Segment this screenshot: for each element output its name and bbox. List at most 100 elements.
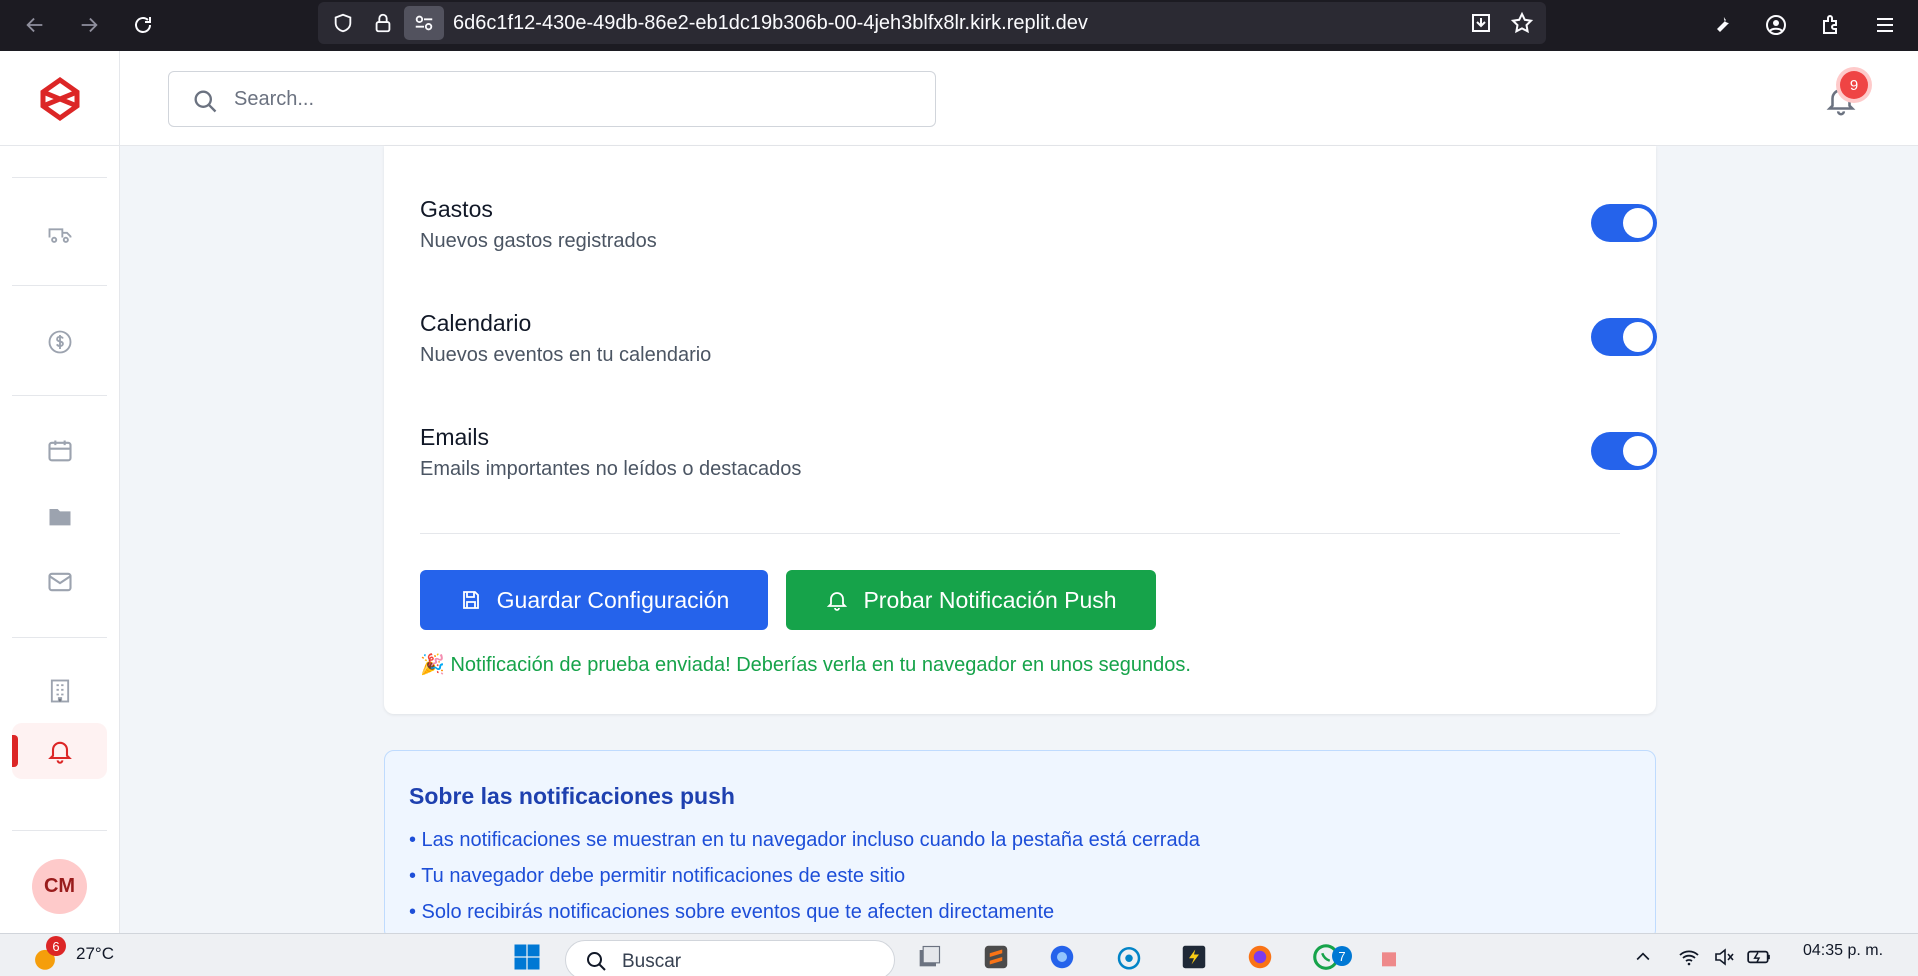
active-indicator <box>12 735 18 767</box>
temperature: 27°C <box>76 944 114 963</box>
setting-title: Emails <box>420 424 490 450</box>
bell-icon <box>827 592 848 611</box>
account-button[interactable] <box>1757 6 1795 44</box>
wrench-icon <box>1717 17 1729 32</box>
logo[interactable] <box>0 51 120 146</box>
bell-icon <box>47 741 72 764</box>
notification-count-badge: 9 <box>1840 71 1868 99</box>
taskbar-app-sublime[interactable] <box>977 938 1015 976</box>
hamburger-icon <box>1877 18 1893 32</box>
puzzle-icon <box>1823 15 1837 34</box>
info-title: Sobre las notificaciones push <box>409 783 735 809</box>
sidebar-item-company[interactable] <box>12 663 107 719</box>
truck-icon <box>48 228 71 243</box>
taskbar-app-other[interactable] <box>1370 938 1408 976</box>
toggle-knob <box>1623 208 1653 238</box>
account-icon <box>1766 15 1786 35</box>
chevron-up-icon <box>1636 952 1650 961</box>
site-permissions-button[interactable] <box>404 6 444 40</box>
taskbar-app-terminal[interactable] <box>1175 938 1213 976</box>
logo-icon <box>40 76 79 121</box>
taskbar-search[interactable]: Buscar <box>565 940 895 976</box>
start-button[interactable] <box>508 938 546 976</box>
star-icon[interactable] <box>1509 11 1535 35</box>
building-icon <box>50 679 69 703</box>
show-hidden-icons-button[interactable] <box>1624 938 1662 976</box>
sidebar-item-files[interactable] <box>12 488 107 544</box>
sidebar: CM <box>0 146 120 933</box>
taskbar-app-firefox[interactable] <box>1241 938 1279 976</box>
emails-toggle[interactable] <box>1591 432 1657 470</box>
sublime-icon <box>984 945 1008 969</box>
success-message: 🎉 Notificación de prueba enviada! Deberí… <box>420 654 1191 676</box>
save-icon <box>462 591 479 609</box>
battery-button[interactable] <box>1740 938 1778 976</box>
sidebar-item-calendar[interactable] <box>12 423 107 479</box>
battery-icon <box>1747 950 1770 964</box>
setting-description: Nuevos eventos en tu calendario <box>420 344 712 366</box>
calendario-toggle[interactable] <box>1591 318 1657 356</box>
taskbar-app-files[interactable] <box>910 938 948 976</box>
info-box: Sobre las notificaciones push • Las noti… <box>384 750 1656 940</box>
search-box[interactable] <box>168 71 936 127</box>
taskbar: 6 27°C Buscar 7 04:35 p. m. <box>0 933 1918 976</box>
reload-button[interactable] <box>124 6 162 44</box>
firefox-icon <box>1248 945 1272 969</box>
volume-muted-icon <box>1715 948 1734 966</box>
terminal-icon <box>1182 945 1206 969</box>
download-page-icon[interactable] <box>1468 11 1494 35</box>
extensions-button[interactable] <box>1812 6 1850 44</box>
volume-button[interactable] <box>1705 938 1743 976</box>
calendar-icon <box>47 440 72 462</box>
test-push-button[interactable]: Probar Notificación Push <box>786 570 1156 630</box>
sidebar-divider <box>12 177 107 178</box>
sidebar-item-transport[interactable] <box>12 206 107 262</box>
sidebar-item-notifications[interactable] <box>12 723 107 779</box>
push-button-label: Probar Notificación Push <box>863 586 1117 613</box>
back-button[interactable] <box>16 6 54 44</box>
wifi-button[interactable] <box>1670 938 1708 976</box>
sidebar-item-finance[interactable] <box>12 314 107 370</box>
reload-icon <box>135 17 151 33</box>
sidebar-divider <box>12 637 107 638</box>
url-text[interactable]: 6d6c1f12-430e-49db-86e2-eb1dc19b306b-00-… <box>453 12 1088 35</box>
search-input[interactable] <box>234 84 914 114</box>
notification-settings-card: Gastos Nuevos gastos registrados Calenda… <box>384 146 1657 714</box>
sidebar-item-email[interactable] <box>12 554 107 610</box>
app-header: 9 <box>0 51 1918 146</box>
info-line: • Solo recibirás notificaciones sobre ev… <box>409 901 1055 923</box>
gastos-toggle[interactable] <box>1591 204 1657 242</box>
arrow-left-icon <box>26 17 43 33</box>
search-icon <box>194 90 217 113</box>
setting-title: Calendario <box>420 310 532 336</box>
tune-icon <box>415 15 433 31</box>
lock-icon[interactable] <box>370 11 396 35</box>
folder-icon <box>49 509 70 526</box>
clock[interactable]: 04:35 p. m. <box>1803 942 1883 960</box>
weather-badge: 6 <box>46 936 66 956</box>
toggle-knob <box>1623 322 1653 352</box>
shield-icon[interactable] <box>330 11 356 35</box>
arrow-right-icon <box>81 17 98 33</box>
wifi-icon <box>1679 950 1699 966</box>
forward-button[interactable] <box>70 6 108 44</box>
sidebar-divider <box>12 395 107 396</box>
search-icon <box>587 952 606 971</box>
setting-row-emails: Emails Emails importantes no leídos o de… <box>420 424 1657 494</box>
taskbar-app-firefox-dev[interactable] <box>1043 938 1081 976</box>
tools-button[interactable] <box>1703 6 1741 44</box>
menu-button[interactable] <box>1866 6 1904 44</box>
avatar[interactable]: CM <box>32 859 87 914</box>
setting-title: Gastos <box>420 196 493 222</box>
save-button-label: Guardar Configuración <box>496 586 730 613</box>
cloud-icon <box>1117 947 1141 970</box>
taskbar-app-cloud[interactable] <box>1110 938 1148 976</box>
setting-row-gastos: Gastos Nuevos gastos registrados <box>420 196 1657 266</box>
sidebar-divider <box>12 285 107 286</box>
setting-description: Emails importantes no leídos o destacado… <box>420 458 802 480</box>
firefox-dev-icon <box>1050 945 1074 969</box>
setting-description: Nuevos gastos registrados <box>420 230 657 252</box>
address-bar[interactable]: 6d6c1f12-430e-49db-86e2-eb1dc19b306b-00-… <box>318 2 1546 44</box>
app-window-icon <box>919 945 941 967</box>
save-settings-button[interactable]: Guardar Configuración <box>420 570 768 630</box>
